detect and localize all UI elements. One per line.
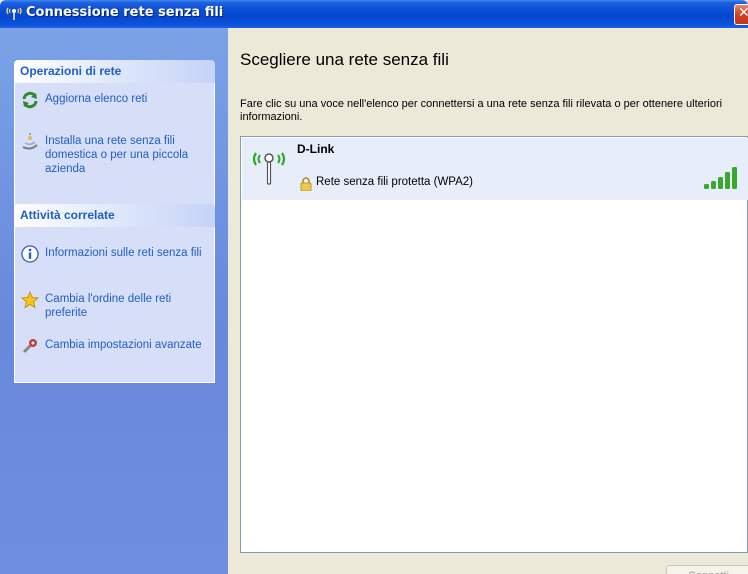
- setup-wizard-icon: [21, 133, 39, 151]
- task-label: Installa una rete senza fili domestica o…: [45, 135, 189, 175]
- close-icon: ✕: [738, 5, 748, 21]
- task-label: Cambia l'ordine delle reti preferite: [45, 293, 172, 319]
- close-button[interactable]: ✕: [734, 4, 748, 25]
- settings-icon: [21, 337, 39, 355]
- info-icon: [21, 245, 39, 263]
- network-item-d-link[interactable]: D-Link Rete senza fili protetta (WPA2): [242, 138, 748, 200]
- network-tasks-panel: Operazioni di rete Aggiorna elenco reti: [14, 60, 215, 211]
- signal-strength-icon: [702, 166, 744, 190]
- star-icon: [21, 290, 39, 309]
- task-change-preferred-order[interactable]: Cambia l'ordine delle reti preferite: [21, 290, 211, 321]
- wireless-antenna-icon: [250, 146, 288, 186]
- page-title: Scegliere una rete senza fili: [240, 50, 449, 69]
- window-title: Connessione rete senza fili: [26, 5, 224, 20]
- task-setup-wireless-network[interactable]: Installa una rete senza fili domestica o…: [21, 133, 211, 177]
- task-label: Informazioni sulle reti senza fili: [45, 247, 202, 259]
- connect-button[interactable]: Connetti: [666, 565, 748, 574]
- task-change-advanced-settings[interactable]: Cambia impostazioni avanzate: [21, 337, 211, 367]
- task-wireless-info[interactable]: Informazioni sulle reti senza fili: [21, 245, 211, 275]
- network-security: Rete senza fili protetta (WPA2): [316, 176, 474, 188]
- related-tasks-panel: Attività correlate Informazioni sulle re…: [14, 204, 215, 383]
- network-name: D-Link: [297, 142, 335, 156]
- panel-header-related-tasks[interactable]: Attività correlate: [14, 204, 215, 227]
- instructions-text: Fare clic su una voce nell'elenco per co…: [240, 98, 723, 123]
- task-label: Aggiorna elenco reti: [45, 93, 148, 105]
- title-bar[interactable]: Connessione rete senza fili ✕: [0, 0, 748, 28]
- task-label: Cambia impostazioni avanzate: [45, 339, 202, 351]
- wireless-icon: [5, 4, 23, 22]
- main-content: Scegliere una rete senza fili Fare clic …: [228, 28, 748, 574]
- task-pane: Operazioni di rete Aggiorna elenco reti: [0, 28, 228, 574]
- wireless-connection-window: Connessione rete senza fili ✕ Operazioni…: [0, 0, 748, 574]
- network-list[interactable]: D-Link Rete senza fili protetta (WPA2): [240, 136, 748, 553]
- lock-icon: [300, 176, 312, 192]
- panel-header-network-tasks[interactable]: Operazioni di rete: [14, 60, 215, 83]
- task-refresh-network-list[interactable]: Aggiorna elenco reti: [21, 91, 211, 109]
- refresh-icon: [21, 91, 39, 109]
